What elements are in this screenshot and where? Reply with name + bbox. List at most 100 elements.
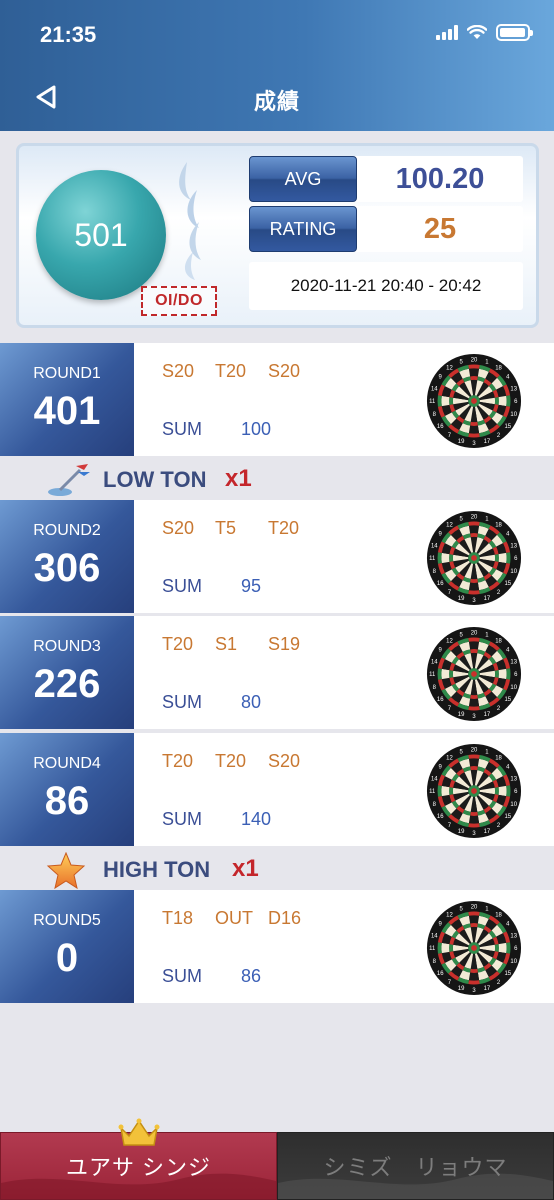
dartboard-icon[interactable]: 20 11841361015217319716811149125 xyxy=(426,353,522,449)
round-label-block: ROUND5 0 xyxy=(0,890,134,1003)
dart-throw: S20 xyxy=(268,361,301,381)
svg-text:17: 17 xyxy=(484,596,491,602)
svg-text:18: 18 xyxy=(495,522,502,528)
rating-value: 25 xyxy=(423,212,457,245)
rating-row: RATING 25 xyxy=(249,206,523,252)
crown-icon xyxy=(118,1118,160,1146)
bonus-label: LOW TON xyxy=(103,467,207,492)
in-out-stamp: OI/DO xyxy=(141,286,217,316)
svg-text:14: 14 xyxy=(431,543,438,549)
round-sum: 86 xyxy=(241,966,262,986)
round-remaining-score: 306 xyxy=(33,546,101,590)
round-label-block: ROUND2 306 xyxy=(0,500,134,613)
svg-text:13: 13 xyxy=(510,543,517,549)
svg-text:7: 7 xyxy=(448,823,451,829)
svg-text:14: 14 xyxy=(431,386,438,392)
svg-text:10: 10 xyxy=(510,685,517,691)
svg-text:15: 15 xyxy=(504,581,511,587)
tab-player-2[interactable]: シミズ リョウマ xyxy=(277,1132,554,1200)
round-row[interactable]: ROUND4 86 T20 T20 S20 SUM 140 20 1 18 4 13 6 1… xyxy=(0,733,554,846)
game-type-badge: 501 xyxy=(36,170,166,300)
sum-label: SUM xyxy=(162,576,202,596)
round-label-block: ROUND3 226 xyxy=(0,616,134,729)
round-row[interactable]: ROUND1 401 S20 T20 S20 SUM 100 20 1 18 4 13 6… xyxy=(0,343,554,456)
battery-icon xyxy=(496,24,533,41)
svg-text:18: 18 xyxy=(495,755,502,761)
svg-text:7: 7 xyxy=(448,590,451,596)
svg-text:16: 16 xyxy=(437,581,444,587)
svg-text:12: 12 xyxy=(446,638,453,644)
rating-label: RATING xyxy=(249,206,357,252)
tab-label: シミズ リョウマ xyxy=(323,1155,508,1180)
svg-text:2: 2 xyxy=(497,980,500,986)
svg-text:11: 11 xyxy=(429,789,436,795)
dart-throw: T20 xyxy=(215,751,247,771)
round-name: ROUND5 xyxy=(33,912,101,929)
dart-throw: T20 xyxy=(268,518,300,538)
sum-label: SUM xyxy=(162,966,202,986)
svg-text:11: 11 xyxy=(429,399,436,405)
dart-icon xyxy=(48,464,90,496)
dartboard-icon[interactable]: 20 11841361015217319716811149125 xyxy=(426,626,522,722)
round-sum: 100 xyxy=(241,419,272,439)
round-row[interactable]: ROUND5 0 T18 OUT D16 SUM 86 20 1 18 4 13 6 10 1… xyxy=(0,890,554,1003)
svg-text:11: 11 xyxy=(429,556,436,562)
svg-text:15: 15 xyxy=(504,697,511,703)
dartboard-icon[interactable]: 20 11841361015217319716811149125 xyxy=(426,510,522,606)
app-header: 21:35 成績 xyxy=(0,0,554,131)
game-summary-card: 501 OI/DO AVG 100.20 RATING 25 2020-11-2… xyxy=(16,143,539,328)
round-remaining-score: 0 xyxy=(55,936,79,980)
game-date-range: 2020-11-21 20:40 - 20:42 xyxy=(249,262,523,310)
svg-text:19: 19 xyxy=(458,829,465,835)
dartboard-icon[interactable]: 20 11841361015217319716811149125 xyxy=(426,743,522,839)
dart-throw: T20 xyxy=(162,751,194,771)
svg-text:20: 20 xyxy=(471,630,478,636)
round-sum: 95 xyxy=(241,576,262,596)
page-title: 成績 xyxy=(253,89,300,114)
svg-text:19: 19 xyxy=(458,986,465,992)
round-name: ROUND2 xyxy=(33,522,101,539)
round-sum: 80 xyxy=(241,692,262,712)
svg-text:18: 18 xyxy=(495,638,502,644)
battery-level xyxy=(500,28,525,37)
dart-throw: S20 xyxy=(162,361,195,381)
round-remaining-score: 86 xyxy=(44,779,90,823)
svg-text:17: 17 xyxy=(484,829,491,835)
svg-text:17: 17 xyxy=(484,439,491,445)
svg-text:15: 15 xyxy=(504,424,511,430)
dart-throw: S20 xyxy=(162,518,195,538)
svg-text:16: 16 xyxy=(437,697,444,703)
svg-text:20: 20 xyxy=(471,904,478,910)
svg-text:19: 19 xyxy=(458,596,465,602)
svg-text:16: 16 xyxy=(437,424,444,430)
svg-text:17: 17 xyxy=(484,712,491,718)
dart-throw: T20 xyxy=(215,361,247,381)
svg-text:12: 12 xyxy=(446,365,453,371)
round-row[interactable]: ROUND3 226 T20 S1 S19 SUM 80 20 1 18 4 13 6 10… xyxy=(0,616,554,729)
svg-text:20: 20 xyxy=(471,357,478,363)
svg-text:12: 12 xyxy=(446,522,453,528)
bonus-row: LOW TON x1 xyxy=(0,458,554,500)
tab-label: ユアサ シンジ xyxy=(65,1155,212,1180)
round-row[interactable]: ROUND2 306 S20 T5 T20 SUM 95 20 1 18 4 13 6 10… xyxy=(0,500,554,613)
dart-throw: S1 xyxy=(215,634,238,654)
sum-label: SUM xyxy=(162,809,202,829)
dart-throw: S19 xyxy=(268,634,301,654)
svg-text:7: 7 xyxy=(448,433,451,439)
status-icons xyxy=(436,24,533,41)
svg-text:14: 14 xyxy=(431,659,438,665)
svg-text:2: 2 xyxy=(497,433,500,439)
svg-text:18: 18 xyxy=(495,912,502,918)
svg-text:13: 13 xyxy=(510,933,517,939)
dart-throw: T20 xyxy=(162,634,194,654)
star-icon xyxy=(46,852,86,890)
svg-text:12: 12 xyxy=(446,912,453,918)
avg-value: 100.20 xyxy=(395,162,485,195)
dartboard-icon[interactable]: 20 11841361015217319716811149125 xyxy=(426,900,522,996)
dart-throw: D16 xyxy=(268,908,302,928)
svg-text:13: 13 xyxy=(510,776,517,782)
dart-throw: T5 xyxy=(215,518,237,538)
dart-throw: S20 xyxy=(268,751,301,771)
svg-text:11: 11 xyxy=(429,672,436,678)
svg-text:19: 19 xyxy=(458,712,465,718)
